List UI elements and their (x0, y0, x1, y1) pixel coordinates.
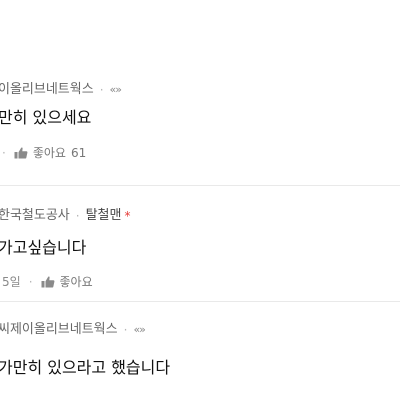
author-tag: «» (133, 323, 146, 336)
like-label: 좋아요 (59, 275, 93, 289)
comment-item: 한국철도공사 · 탈철맨 * 가고싶습니다 5일 · 좋아요 (0, 186, 400, 302)
separator-dot: · (2, 146, 6, 160)
separator-dot: · (123, 323, 128, 337)
author-tag: «» (109, 83, 123, 96)
comment-meta: 5일 · 좋아요 (2, 274, 93, 290)
comment-time: 5일 (2, 275, 21, 289)
thumbs-up-icon (41, 276, 55, 288)
comment-body: 가만히 있으라고 했습니다 (0, 358, 171, 377)
comment-item: 씨제이올리브네트웍스 · «» 가만히 있으라고 했습니다 (0, 302, 400, 400)
comment-header: 한국철도공사 · 탈철맨 * (0, 208, 130, 224)
top-spacer (0, 0, 400, 70)
like-button[interactable]: 좋아요 (41, 274, 93, 290)
comment-header: 이올리브네트웍스 · «» (0, 82, 123, 98)
comment-body: 가고싶습니다 (0, 238, 87, 257)
like-button[interactable]: 좋아요 61 (14, 145, 86, 161)
thumbs-up-icon (14, 147, 28, 159)
comment-item: 이올리브네트웍스 · «» 만히 있으세요 · 좋아요 61 (0, 70, 400, 186)
separator-dot: · (28, 275, 33, 289)
comment-body: 만히 있으세요 (0, 108, 92, 127)
like-count: 61 (70, 146, 87, 160)
comment-author[interactable]: 한국철도공사 (0, 208, 70, 224)
separator-dot: · (75, 209, 80, 223)
star-icon: * (124, 209, 131, 223)
separator-dot: · (99, 83, 104, 97)
comment-author[interactable]: 씨제이올리브네트웍스 (0, 322, 118, 338)
comment-meta: · 좋아요 61 (2, 145, 86, 161)
comment-header: 씨제이올리브네트웍스 · «» (0, 322, 146, 338)
comment-nickname[interactable]: 탈철맨 (86, 208, 122, 224)
comment-author[interactable]: 이올리브네트웍스 (0, 82, 94, 98)
like-label: 좋아요 (32, 146, 66, 160)
comment-thread: 이올리브네트웍스 · «» 만히 있으세요 · 좋아요 61 한국철도공사 · (0, 0, 400, 400)
